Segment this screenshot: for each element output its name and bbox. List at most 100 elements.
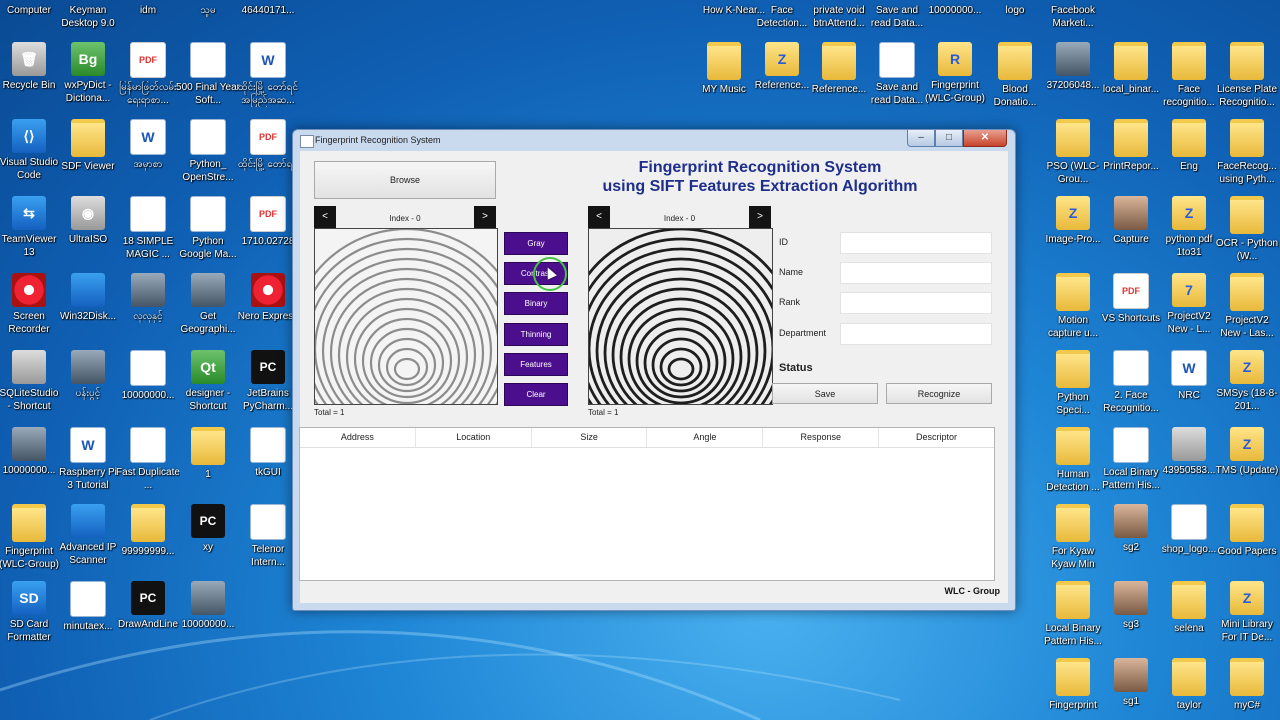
column-header-address[interactable]: Address [300,428,416,447]
desktop-icon[interactable]: myC# [1215,658,1279,712]
features-button[interactable]: Features [504,353,568,376]
id-input[interactable] [840,232,992,254]
desktop-icon[interactable]: sg1 [1099,658,1163,708]
desktop-icon[interactable]: 500 Final Year Soft... [176,42,240,107]
desktop-icon[interactable]: PDF ထိုင်းမြို့ တော်ရင် [236,119,300,171]
desktop-icon[interactable]: private void btnAttend... [807,4,871,30]
desktop-icon[interactable]: Python Google Ma... [176,196,240,261]
desktop-icon[interactable]: sg2 [1099,504,1163,554]
desktop-icon[interactable]: Blood Donatio... [983,42,1047,109]
desktop-icon[interactable]: Z Mini Library For IT De... [1215,581,1279,644]
desktop-icon[interactable]: Fast Duplicate ... [116,427,180,492]
desktop-icon[interactable]: Motion capture u... [1041,273,1105,340]
desktop-icon[interactable]: 10000000... [176,581,240,631]
desktop-icon[interactable]: Save and read Data... [865,4,929,30]
department-input[interactable] [840,323,992,345]
desktop-icon[interactable]: 2. Face Recognitio... [1099,350,1163,415]
desktop-icon[interactable]: Python_ OpenStre... [176,119,240,184]
desktop-icon[interactable]: PC DrawAndLine [116,581,180,631]
save-button[interactable]: Save [772,383,878,404]
desktop-icon[interactable]: Bg wxPyDict - Dictiona... [56,42,120,105]
desktop-icon[interactable]: Get Geographi... [176,273,240,336]
desktop-icon[interactable]: Win32Disk... [56,273,120,323]
desktop-icon[interactable]: လှလှနှင့် [116,273,180,323]
desktop-icon[interactable]: Save and read Data... [865,42,929,107]
desktop-icon[interactable]: SQLiteStudio - Shortcut [0,350,61,413]
desktop-icon[interactable]: PC xy [176,504,240,554]
desktop-icon[interactable]: Python Speci... [1041,350,1105,417]
desktop-icon[interactable]: License Plate Recognitio... [1215,42,1279,109]
column-header-angle[interactable]: Angle [647,428,764,447]
desktop-icon[interactable]: selena [1157,581,1221,635]
desktop-icon[interactable]: Local Binary Pattern His... [1099,427,1163,492]
desktop-icon[interactable]: Z TMS (Update) [1215,427,1279,477]
desktop-icon[interactable]: PDF မြန်မာဖြတ်လမ်း ရေးရာစာ... [116,42,180,107]
desktop-icon[interactable]: Zpython pdf 1to31 [1157,196,1221,259]
desktop-icon[interactable]: logo [983,4,1047,17]
desktop-icon[interactable]: Face Detection... [750,4,814,30]
desktop-icon[interactable]: PC JetBrains PyCharm... [236,350,300,413]
desktop-icon[interactable]: 43950583... [1157,427,1221,477]
desktop-icon[interactable]: Facebook Marketi... [1041,4,1105,30]
left-next-button[interactable]: > [474,206,496,228]
column-header-descriptor[interactable]: Descriptor [879,428,994,447]
desktop-icon[interactable]: sg3 [1099,581,1163,631]
desktop-icon[interactable]: ပန်းပွင့် [56,350,120,400]
desktop-icon[interactable]: taylor [1157,658,1221,712]
desktop-icon[interactable]: Capture [1099,196,1163,246]
minimize-button[interactable]: – [907,130,935,147]
desktop-icon[interactable]: Local Binary Pattern His... [1041,581,1105,648]
desktop-icon[interactable]: PDF 1710.02728 [236,196,300,248]
desktop-icon[interactable]: Computer [0,4,61,17]
desktop-icon[interactable]: 99999999... [116,504,180,558]
desktop-icon[interactable]: ◉ UltraISO [56,196,120,246]
desktop-icon[interactable]: PDF VS Shortcuts [1099,273,1163,325]
desktop-icon[interactable]: 18 SIMPLE MAGIC ... [116,196,180,261]
recognize-button[interactable]: Recognize [886,383,992,404]
desktop-icon[interactable]: PrintRepor... [1099,119,1163,173]
binary-button[interactable]: Binary [504,292,568,315]
desktop-icon[interactable]: Z Reference... [750,42,814,92]
desktop-icon[interactable]: tkGUI [236,427,300,479]
desktop-icon[interactable]: Advanced IP Scanner [56,504,120,567]
desktop-icon[interactable]: minutaex... [56,581,120,633]
desktop-icon[interactable]: W Raspberry Pi 3 Tutorial [56,427,120,492]
column-header-size[interactable]: Size [532,428,648,447]
desktop-icon[interactable]: MY Music [692,42,756,96]
gray-button[interactable]: Gray [504,232,568,255]
clear-button[interactable]: Clear [504,383,568,406]
window-titlebar[interactable]: Fingerprint Recognition System – □ ✕ [293,130,1015,151]
desktop-icon[interactable]: Fingerprint (WLC-Group) [0,504,61,571]
right-next-button[interactable]: > [749,206,771,228]
desktop-icon[interactable]: Good Papers [1215,504,1279,558]
desktop-icon[interactable]: ⟨⟩ Visual Studio Code [0,119,61,182]
desktop-icon[interactable]: R Fingerprint (WLC-Group) [923,42,987,105]
rank-input[interactable] [840,292,992,314]
desktop-icon[interactable]: FaceRecog... using Pyth... [1215,119,1279,186]
desktop-icon[interactable]: SDF Viewer [56,119,120,173]
desktop-icon[interactable]: 10000000... [0,427,61,477]
desktop-icon[interactable]: Qt designer - Shortcut [176,350,240,413]
desktop-icon[interactable]: Keyman Desktop 9.0 [56,4,120,30]
desktop-icon[interactable]: For Kyaw Kyaw Min [1041,504,1105,571]
desktop-icon[interactable]: သူမ [176,4,240,17]
desktop-icon[interactable]: ProjectV2 New - Las... [1215,273,1279,340]
column-header-location[interactable]: Location [416,428,532,447]
desktop-icon[interactable]: local_binar... [1099,42,1163,96]
desktop-icon[interactable]: Telenor Intern... [236,504,300,569]
desktop-icon[interactable]: SD SD Card Formatter [0,581,61,644]
desktop-icon[interactable]: Fingerprint [1041,658,1105,712]
desktop-icon[interactable]: Z Image-Pro... [1041,196,1105,246]
desktop-icon[interactable]: shop_logo... [1157,504,1221,556]
column-header-response[interactable]: Response [763,428,880,447]
desktop-icon[interactable]: Reference... [807,42,871,96]
desktop-icon[interactable]: 10000000... [923,4,987,17]
name-input[interactable] [840,262,992,284]
desktop-icon[interactable]: 10000000... [116,350,180,402]
desktop-icon[interactable]: PSO (WLC-Grou... [1041,119,1105,186]
close-button[interactable]: ✕ [963,130,1007,147]
desktop-icon[interactable]: idm [116,4,180,17]
desktop-icon[interactable]: W ထိုင်းမြို့ တော်ရင် အမြည်အဆ... [236,42,300,107]
desktop-icon[interactable]: W NRC [1157,350,1221,402]
maximize-button[interactable]: □ [935,130,963,147]
